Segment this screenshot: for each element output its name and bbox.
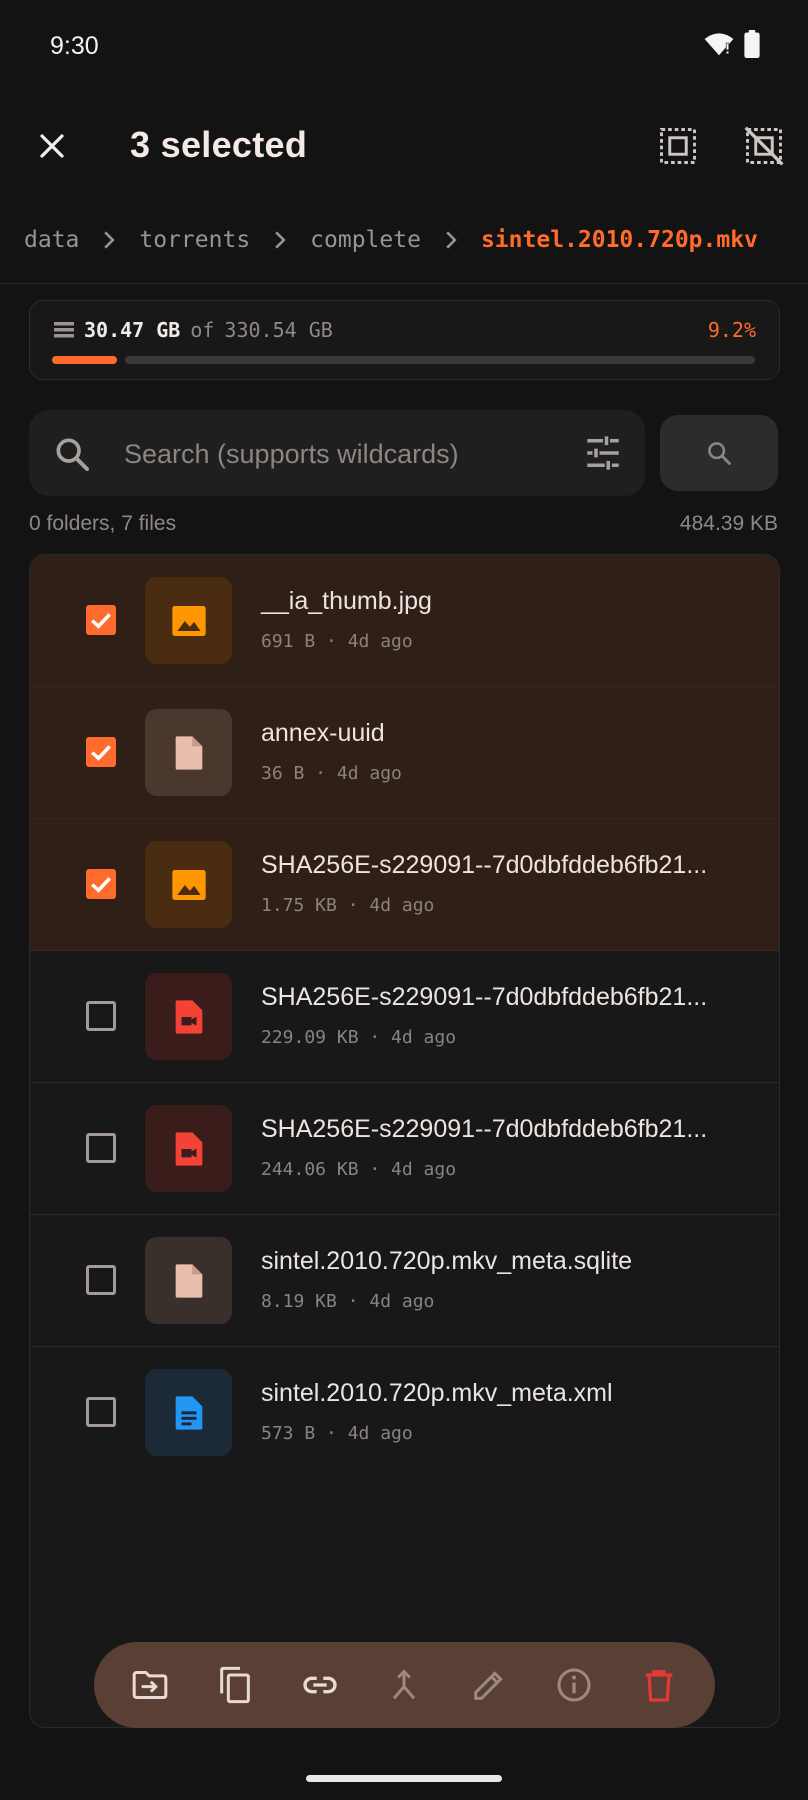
file-row[interactable]: SHA256E-s229091--7d0dbfddeb6fb21... 229.… [30, 951, 779, 1083]
file-meta: 691 B · 4d ago [261, 631, 413, 652]
file-row[interactable]: sintel.2010.720p.mkv_meta.sqlite 8.19 KB… [30, 1215, 779, 1347]
file-meta: 573 B · 4d ago [261, 1423, 413, 1444]
rename-icon [474, 1671, 503, 1700]
breadcrumb-item-torrents[interactable]: torrents [137, 227, 252, 253]
folder-file-count: 0 folders, 7 files [29, 512, 177, 535]
file-list: __ia_thumb.jpg 691 B · 4d ago annex-uuid… [29, 554, 780, 1728]
selection-title: 3 selected [130, 124, 308, 165]
copy-icon [220, 1666, 250, 1704]
storage-of-label: of [190, 318, 215, 342]
wifi-icon [704, 33, 734, 56]
breadcrumb: data torrents complete sintel.2010.720p.… [22, 222, 760, 258]
file-name: sintel.2010.720p.mkv_meta.sqlite [261, 1247, 633, 1275]
search-icon [52, 434, 92, 474]
checkbox-unchecked[interactable] [86, 1133, 116, 1163]
deselect-all-icon [744, 126, 784, 166]
home-indicator[interactable] [306, 1775, 502, 1782]
info-button[interactable] [548, 1659, 600, 1711]
link-button[interactable] [294, 1659, 346, 1711]
select-all-button[interactable] [656, 124, 700, 168]
search-icon [708, 442, 731, 465]
divider [0, 283, 808, 284]
delete-icon [645, 1670, 672, 1702]
file-name: sintel.2010.720p.mkv_meta.xml [261, 1379, 613, 1407]
select-all-icon [660, 128, 696, 164]
file-row[interactable]: SHA256E-s229091--7d0dbfddeb6fb21... 244.… [30, 1083, 779, 1215]
close-icon [40, 134, 64, 158]
link-icon [303, 1676, 337, 1694]
storage-bar-used [52, 356, 117, 364]
file-meta: 229.09 KB · 4d ago [261, 1027, 457, 1048]
chevron-right-icon [91, 231, 127, 249]
move-icon [133, 1671, 168, 1699]
file-name: SHA256E-s229091--7d0dbfddeb6fb21... [261, 983, 708, 1011]
file-meta: 244.06 KB · 4d ago [261, 1159, 457, 1180]
image-icon [145, 841, 232, 928]
checkbox-checked[interactable] [86, 605, 116, 635]
chevron-right-icon [262, 231, 298, 249]
delete-button[interactable] [633, 1659, 685, 1711]
video-file-icon [145, 1105, 232, 1192]
file-row[interactable]: annex-uuid 36 B · 4d ago [30, 687, 779, 819]
deselect-all-button[interactable] [742, 124, 786, 168]
search-input[interactable] [122, 430, 566, 478]
checkbox-unchecked[interactable] [86, 1001, 116, 1031]
storage-bar-track [125, 356, 755, 364]
info-icon [557, 1668, 591, 1702]
checkbox-unchecked[interactable] [86, 1265, 116, 1295]
breadcrumb-item-complete[interactable]: complete [308, 227, 423, 253]
file-name: annex-uuid [261, 719, 385, 747]
breadcrumb-item-data[interactable]: data [22, 227, 81, 253]
merge-icon [393, 1669, 416, 1700]
filter-options-button[interactable] [582, 432, 624, 474]
status-icons [704, 30, 760, 58]
file-icon [145, 709, 232, 796]
battery-icon [744, 30, 760, 58]
search-button[interactable] [660, 415, 778, 491]
storage-icon [54, 322, 74, 338]
file-row[interactable]: sintel.2010.720p.mkv_meta.xml 573 B · 4d… [30, 1347, 779, 1479]
tune-icon [587, 436, 619, 470]
storage-percent: 9.2% [707, 318, 756, 342]
file-icon [145, 1237, 232, 1324]
document-icon [145, 1369, 232, 1456]
file-meta: 8.19 KB · 4d ago [261, 1291, 435, 1312]
file-meta: 1.75 KB · 4d ago [261, 895, 435, 916]
total-size: 484.39 KB [679, 512, 778, 535]
move-button[interactable] [124, 1659, 176, 1711]
file-row[interactable]: SHA256E-s229091--7d0dbfddeb6fb21... 1.75… [30, 819, 779, 951]
file-name: __ia_thumb.jpg [261, 587, 432, 615]
video-file-icon [145, 973, 232, 1060]
breadcrumb-item-current[interactable]: sintel.2010.720p.mkv [479, 227, 760, 253]
storage-total: 330.54 GB [224, 318, 333, 342]
copy-button[interactable] [209, 1659, 261, 1711]
checkbox-checked[interactable] [86, 737, 116, 767]
selection-action-bar [94, 1642, 715, 1728]
chevron-right-icon [433, 231, 469, 249]
rename-button[interactable] [463, 1659, 515, 1711]
checkbox-checked[interactable] [86, 869, 116, 899]
checkbox-unchecked[interactable] [86, 1397, 116, 1427]
status-time: 9:30 [50, 32, 99, 60]
image-icon [145, 577, 232, 664]
close-selection-button[interactable] [30, 124, 74, 168]
file-name: SHA256E-s229091--7d0dbfddeb6fb21... [261, 1115, 708, 1143]
file-meta: 36 B · 4d ago [261, 763, 402, 784]
storage-usage: 30.47 GB of 330.54 GB [54, 318, 333, 342]
storage-used: 30.47 GB [84, 318, 181, 342]
file-name: SHA256E-s229091--7d0dbfddeb6fb21... [261, 851, 708, 879]
file-row[interactable]: __ia_thumb.jpg 691 B · 4d ago [30, 555, 779, 687]
merge-button[interactable] [378, 1659, 430, 1711]
